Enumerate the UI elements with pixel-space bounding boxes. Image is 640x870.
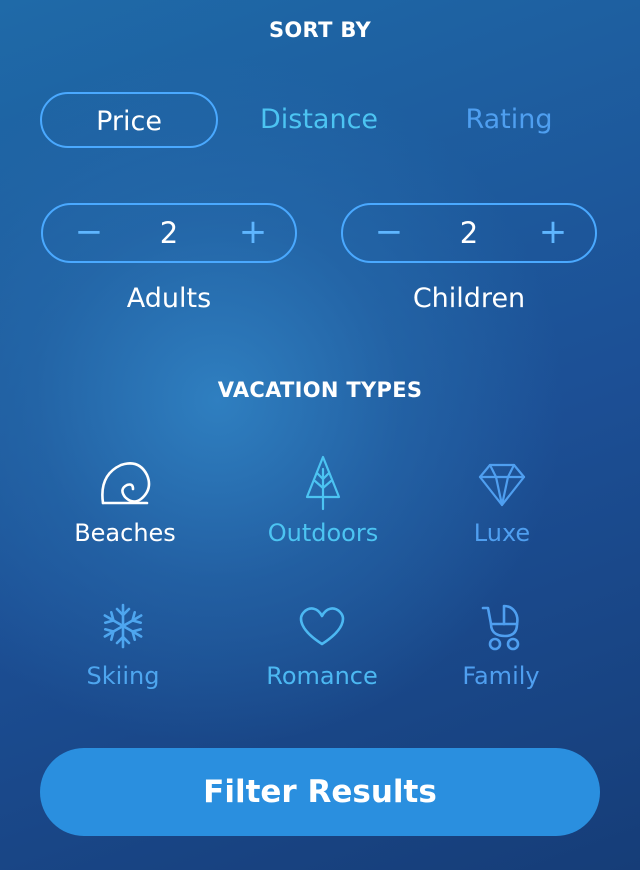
filter-results-button[interactable]: Filter Results [40,748,600,836]
vacation-type-outdoors[interactable]: Outdoors [228,455,418,565]
vacation-type-label: Luxe [473,519,531,547]
adults-decrement-button[interactable]: − [59,205,119,261]
snowflake-icon [103,603,143,649]
vacation-type-label: Outdoors [267,519,379,547]
sort-option-price[interactable]: Price [40,92,218,148]
vacation-type-romance[interactable]: Romance [227,598,417,708]
adults-label: Adults [126,283,212,314]
sort-option-rating[interactable]: Rating [420,92,598,148]
heart-icon [299,607,345,646]
children-increment-button[interactable]: + [523,205,583,261]
vacation-type-label: Family [462,662,540,690]
stroller-icon [481,604,520,651]
vacation-types-title: VACATION TYPES [217,378,423,402]
shell-icon [101,462,151,505]
vacation-type-label: Beaches [74,519,176,547]
vacation-type-family[interactable]: Family [406,598,596,708]
children-label: Children [412,283,526,314]
children-stepper: − 2 + [341,203,597,263]
vacation-type-beaches[interactable]: Beaches [30,455,220,565]
adults-increment-button[interactable]: + [223,205,283,261]
vacation-type-label: Romance [266,662,378,690]
vacation-type-luxe[interactable]: Luxe [407,455,597,565]
sort-options: Price Distance Rating [40,92,600,152]
vacation-type-skiing[interactable]: Skiing [28,598,218,708]
children-decrement-button[interactable]: − [359,205,419,261]
sort-by-title: SORT BY [268,18,371,42]
sort-option-distance[interactable]: Distance [230,92,408,148]
vacation-type-label: Skiing [86,662,160,690]
tree-icon [305,455,341,511]
diamond-icon [478,463,526,507]
adults-stepper: − 2 + [41,203,297,263]
